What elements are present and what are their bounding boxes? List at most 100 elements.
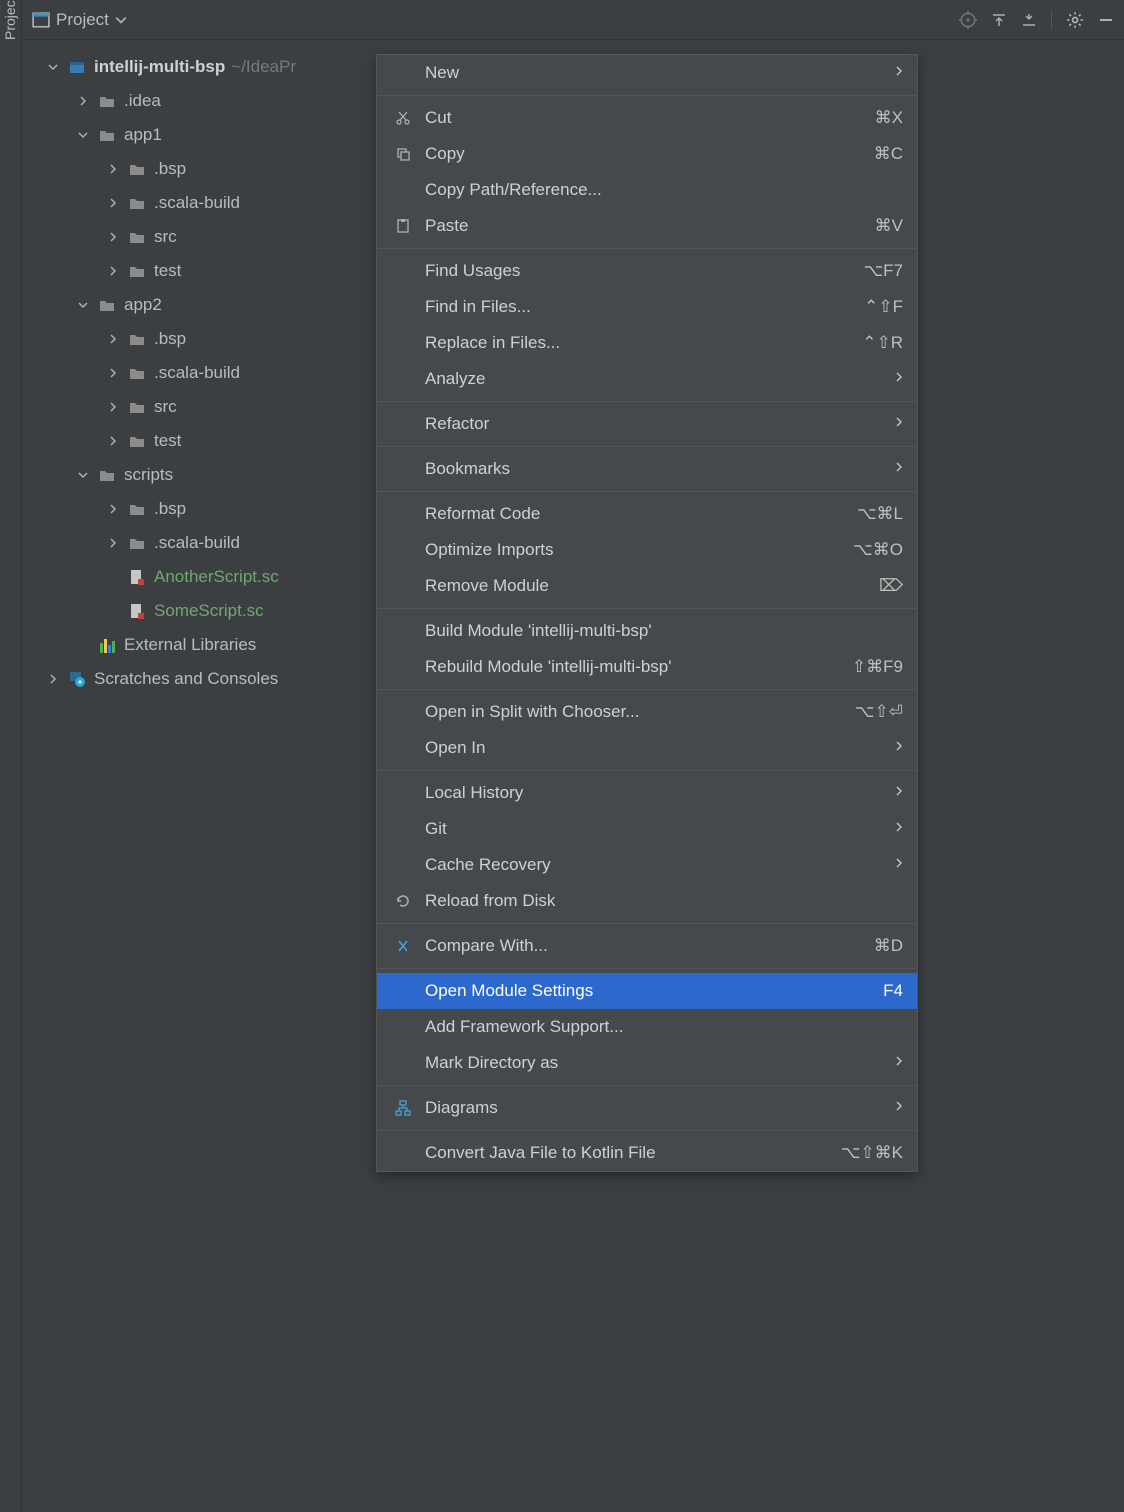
tree-node-label: .scala-build [154,533,240,553]
chevron-right-icon [895,784,903,802]
menu-reload[interactable]: Reload from Disk [377,883,917,919]
chevron-right-icon[interactable] [106,436,120,446]
menu-separator [377,968,917,969]
menu-mark-directory[interactable]: Mark Directory as [377,1045,917,1081]
tree-node-label: app1 [124,125,162,145]
menu-reformat[interactable]: Reformat Code ⌥⌘L [377,496,917,532]
chevron-down-icon[interactable] [76,470,90,480]
locate-icon[interactable] [959,11,977,29]
menu-compare[interactable]: Compare With... ⌘D [377,928,917,964]
menu-open-in[interactable]: Open In [377,730,917,766]
menu-new[interactable]: New [377,55,917,91]
menu-find-in-files[interactable]: Find in Files... ⌃⇧F [377,289,917,325]
menu-shortcut: ⌃⇧R [862,333,903,353]
tree-node-label: AnotherScript.sc [154,567,279,587]
chevron-down-icon[interactable] [46,62,60,72]
tree-node-label: scripts [124,465,173,485]
compare-icon [391,938,415,954]
scissors-icon [391,110,415,126]
menu-cut[interactable]: Cut ⌘X [377,100,917,136]
expand-all-icon[interactable] [991,12,1007,28]
chevron-right-icon[interactable] [106,232,120,242]
chevron-right-icon[interactable] [106,334,120,344]
menu-paste[interactable]: Paste ⌘V [377,208,917,244]
chevron-down-icon[interactable] [76,130,90,140]
tree-node-label: .idea [124,91,161,111]
menu-local-history[interactable]: Local History [377,775,917,811]
folder-icon [128,330,146,348]
menu-refactor[interactable]: Refactor [377,406,917,442]
folder-icon [128,432,146,450]
tree-node-label: .scala-build [154,363,240,383]
chevron-right-icon[interactable] [106,368,120,378]
project-view-icon [32,11,50,29]
menu-shortcut: ⌘C [874,144,903,164]
module-icon [68,58,86,76]
menu-shortcut: ⌥⇧⌘K [841,1143,903,1163]
menu-open-module-settings[interactable]: Open Module Settings F4 [377,973,917,1009]
chevron-right-icon[interactable] [106,538,120,548]
chevron-right-icon [895,460,903,478]
menu-bookmarks[interactable]: Bookmarks [377,451,917,487]
menu-shortcut: ⌃⇧F [864,297,903,317]
chevron-right-icon [895,820,903,838]
menu-git[interactable]: Git [377,811,917,847]
menu-build-module[interactable]: Build Module 'intellij-multi-bsp' [377,613,917,649]
diagram-icon [391,1100,415,1116]
menu-open-split[interactable]: Open in Split with Chooser... ⌥⇧⏎ [377,694,917,730]
chevron-right-icon [895,415,903,433]
menu-copy-path[interactable]: Copy Path/Reference... [377,172,917,208]
scala-file-icon [128,602,146,620]
tree-root-label: intellij-multi-bsp [94,57,225,77]
menu-separator [377,446,917,447]
menu-cache-recovery[interactable]: Cache Recovery [377,847,917,883]
chevron-right-icon [895,1054,903,1072]
chevron-right-icon [895,739,903,757]
sidebar-tab[interactable]: Project [0,0,22,1512]
tree-node-label: Scratches and Consoles [94,669,278,689]
chevron-right-icon[interactable] [106,504,120,514]
tree-node-label: test [154,431,181,451]
chevron-right-icon[interactable] [76,96,90,106]
menu-shortcut: ⌥⌘O [853,540,903,560]
library-icon [98,636,116,654]
context-menu: New Cut ⌘X Copy ⌘C Copy Path/Reference..… [376,54,918,1172]
menu-replace-in-files[interactable]: Replace in Files... ⌃⇧R [377,325,917,361]
menu-shortcut: ⌘D [874,936,903,956]
chevron-right-icon[interactable] [106,164,120,174]
chevron-right-icon[interactable] [106,402,120,412]
hide-icon[interactable] [1098,12,1114,28]
menu-separator [377,95,917,96]
collapse-all-icon[interactable] [1021,12,1037,28]
tree-node-label: External Libraries [124,635,256,655]
menu-shortcut: ⌥⌘L [857,504,903,524]
toolbar-title: Project [56,10,109,30]
folder-icon [128,364,146,382]
menu-convert-kotlin[interactable]: Convert Java File to Kotlin File ⌥⇧⌘K [377,1135,917,1171]
menu-separator [377,1130,917,1131]
menu-remove-module[interactable]: Remove Module ⌦ [377,568,917,604]
menu-separator [377,1085,917,1086]
tree-node-label: .bsp [154,499,186,519]
menu-add-framework[interactable]: Add Framework Support... [377,1009,917,1045]
menu-shortcut: ⌦ [879,576,903,596]
menu-rebuild-module[interactable]: Rebuild Module 'intellij-multi-bsp' ⇧⌘F9 [377,649,917,685]
chevron-right-icon[interactable] [46,674,60,684]
project-toolbar: Project [22,0,1124,40]
chevron-right-icon[interactable] [106,198,120,208]
menu-separator [377,770,917,771]
settings-icon[interactable] [1066,11,1084,29]
chevron-right-icon[interactable] [106,266,120,276]
folder-icon [98,296,116,314]
view-dropdown-icon[interactable] [115,14,127,26]
menu-analyze[interactable]: Analyze [377,361,917,397]
menu-diagrams[interactable]: Diagrams [377,1090,917,1126]
tree-node-label: SomeScript.sc [154,601,264,621]
tree-node-label: app2 [124,295,162,315]
chevron-down-icon[interactable] [76,300,90,310]
folder-icon [128,228,146,246]
folder-icon [128,500,146,518]
menu-copy[interactable]: Copy ⌘C [377,136,917,172]
menu-find-usages[interactable]: Find Usages ⌥F7 [377,253,917,289]
menu-optimize-imports[interactable]: Optimize Imports ⌥⌘O [377,532,917,568]
